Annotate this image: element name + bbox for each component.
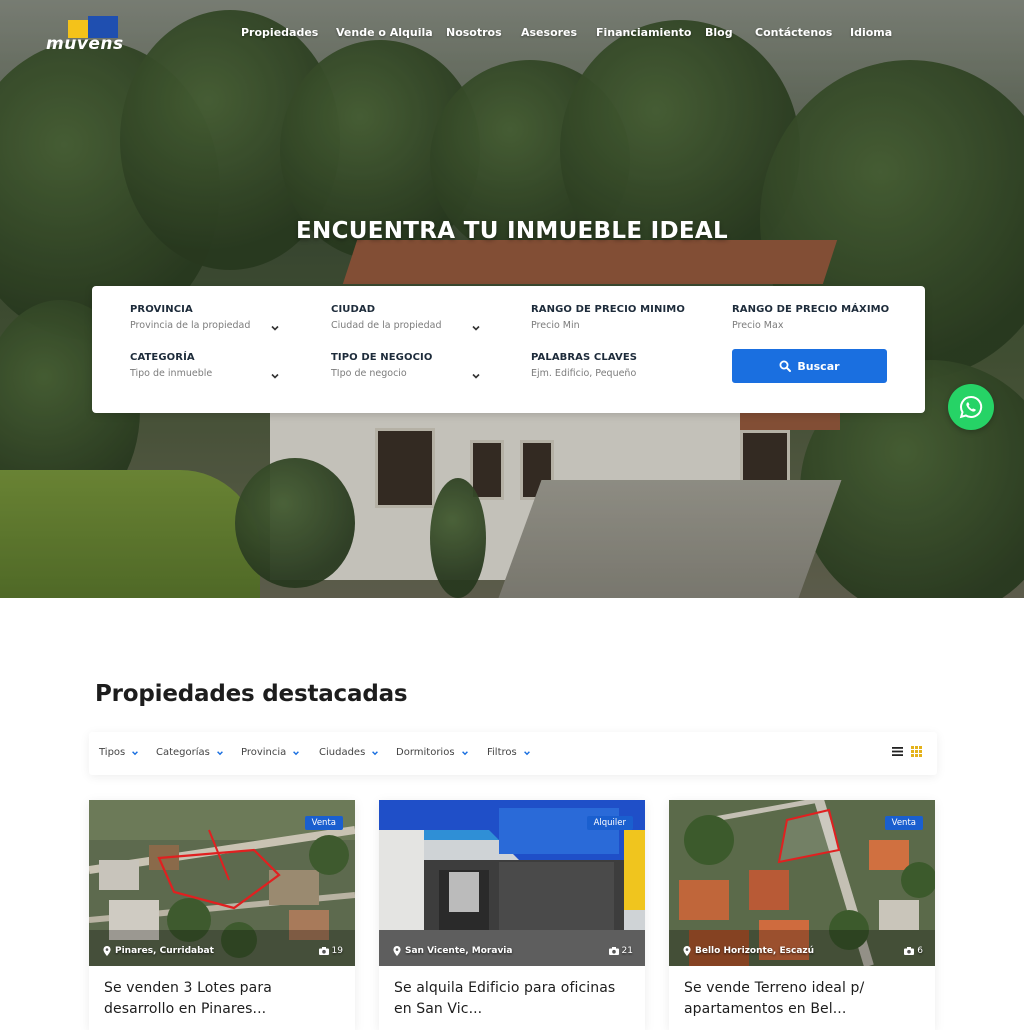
nav-idioma[interactable]: Idioma	[850, 26, 892, 39]
location-text: Bello Horizonte, Escazú	[695, 946, 815, 956]
chevron-down-icon	[523, 750, 530, 755]
property-card[interactable]: Venta Bello Horizonte, Escazú 6 Se vende…	[669, 800, 935, 1030]
chevron-down-icon	[271, 325, 279, 331]
camera-icon	[904, 947, 915, 955]
filter-label: Ciudades	[319, 747, 366, 758]
nav-blog[interactable]: Blog	[705, 26, 733, 39]
property-card[interactable]: Alquiler San Vicente, Moravia 21 Se alqu…	[379, 800, 645, 1030]
filter-categorias[interactable]: Categorías	[156, 747, 224, 758]
min-price-input[interactable]: RANGO DE PRECIO MINIMO Precio Min	[531, 304, 701, 331]
search-panel: PROVINCIA Provincia de la propiedad CIUD…	[92, 286, 925, 413]
map-pin-icon	[393, 946, 401, 956]
map-pin-icon	[683, 946, 691, 956]
filter-ciudades[interactable]: Ciudades	[319, 747, 379, 758]
filter-tipos[interactable]: Tipos	[99, 747, 139, 758]
property-title[interactable]: Se venden 3 Lotes para desarrollo en Pin…	[104, 978, 344, 1020]
status-badge: Venta	[884, 816, 923, 830]
filter-bar: Tipos Categorías Provincia Ciudades Dorm…	[89, 732, 937, 775]
chevron-down-icon	[472, 373, 480, 379]
search-icon	[779, 360, 792, 372]
max-price-input[interactable]: RANGO DE PRECIO MÁXIMO Precio Max	[732, 304, 902, 331]
location-text: Pinares, Curridabat	[115, 946, 214, 956]
whatsapp-button[interactable]	[948, 384, 994, 430]
camera-icon	[608, 947, 619, 955]
logo-wordmark: muvens	[46, 34, 124, 54]
chevron-down-icon	[372, 750, 379, 755]
nav-financiamiento[interactable]: Financiamiento	[596, 26, 691, 39]
property-title[interactable]: Se alquila Edificio para oficinas en San…	[394, 978, 634, 1020]
brand-logo[interactable]: muvens	[46, 16, 152, 54]
photo-count-text: 6	[917, 946, 923, 956]
photo-count: 19	[318, 946, 343, 956]
filter-label: Categorías	[156, 747, 210, 758]
chevron-down-icon	[132, 750, 139, 755]
chevron-down-icon	[271, 373, 279, 379]
nav-nosotros[interactable]: Nosotros	[446, 26, 502, 39]
keywords-placeholder: Ejm. Edificio, Pequeño	[531, 368, 637, 379]
keywords-label: PALABRAS CLAVES	[531, 352, 638, 363]
featured-title: Propiedades destacadas	[95, 681, 408, 707]
filter-label: Provincia	[241, 747, 287, 758]
whatsapp-icon	[959, 395, 983, 419]
city-value: Ciudad de la propiedad	[331, 320, 442, 331]
list-view-icon[interactable]	[891, 745, 904, 758]
filter-label: Filtros	[487, 747, 517, 758]
photo-count: 6	[904, 946, 923, 956]
grid-view-icon[interactable]	[910, 745, 923, 758]
property-image[interactable]: Alquiler San Vicente, Moravia 21	[379, 800, 645, 966]
view-toggle	[891, 745, 923, 758]
city-select[interactable]: CIUDAD Ciudad de la propiedad	[331, 304, 481, 331]
category-value: Tipo de inmueble	[130, 368, 213, 379]
nav-propiedades[interactable]: Propiedades	[241, 26, 318, 39]
min-price-placeholder: Precio Min	[531, 320, 580, 331]
max-price-label: RANGO DE PRECIO MÁXIMO	[732, 304, 890, 315]
business-type-select[interactable]: TIPO DE NEGOCIO TIpo de negocio	[331, 352, 481, 379]
nav-asesores[interactable]: Asesores	[521, 26, 577, 39]
nav-contactenos[interactable]: Contáctenos	[755, 26, 832, 39]
filter-dormitorios[interactable]: Dormitorios	[396, 747, 469, 758]
hero-title: ENCUENTRA TU INMUEBLE IDEAL	[296, 218, 728, 244]
business-type-label: TIPO DE NEGOCIO	[331, 352, 433, 363]
search-button-label: Buscar	[797, 359, 840, 373]
camera-icon	[318, 947, 329, 955]
nav-vende-o-alquila[interactable]: Vende o Alquila	[336, 26, 433, 39]
filter-label: Dormitorios	[396, 747, 455, 758]
category-select[interactable]: CATEGORÍA Tipo de inmueble	[130, 352, 280, 379]
max-price-placeholder: Precio Max	[732, 320, 784, 331]
filter-provincia[interactable]: Provincia	[241, 747, 300, 758]
photo-count-text: 19	[331, 946, 343, 956]
status-badge: Alquiler	[586, 816, 633, 830]
filter-label: Tipos	[99, 747, 126, 758]
city-label: CIUDAD	[331, 304, 376, 315]
photo-count-text: 21	[621, 946, 633, 956]
business-type-value: TIpo de negocio	[331, 368, 407, 379]
province-value: Provincia de la propiedad	[130, 320, 251, 331]
keywords-input[interactable]: PALABRAS CLAVES Ejm. Edificio, Pequeño	[531, 352, 701, 379]
property-image[interactable]: Venta Pinares, Curridabat 19	[89, 800, 355, 966]
province-label: PROVINCIA	[130, 304, 193, 315]
chevron-down-icon	[461, 750, 468, 755]
property-location: San Vicente, Moravia	[393, 946, 512, 956]
chevron-down-icon	[216, 750, 223, 755]
location-text: San Vicente, Moravia	[405, 946, 513, 956]
category-label: CATEGORÍA	[130, 352, 195, 363]
filter-filtros[interactable]: Filtros	[487, 747, 531, 758]
property-location: Pinares, Curridabat	[103, 946, 214, 956]
property-title[interactable]: Se vende Terreno ideal p/ apartamentos e…	[684, 978, 924, 1020]
property-location: Bello Horizonte, Escazú	[683, 946, 814, 956]
map-pin-icon	[103, 946, 111, 956]
min-price-label: RANGO DE PRECIO MINIMO	[531, 304, 685, 315]
chevron-down-icon	[293, 750, 300, 755]
photo-count: 21	[608, 946, 633, 956]
province-select[interactable]: PROVINCIA Provincia de la propiedad	[130, 304, 280, 331]
chevron-down-icon	[472, 325, 480, 331]
search-button[interactable]: Buscar	[732, 349, 887, 383]
property-card[interactable]: Venta Pinares, Curridabat 19 Se venden 3…	[89, 800, 355, 1030]
status-badge: Venta	[304, 816, 343, 830]
property-image[interactable]: Venta Bello Horizonte, Escazú 6	[669, 800, 935, 966]
